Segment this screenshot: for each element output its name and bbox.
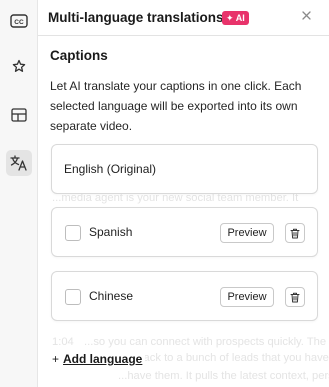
preview-button[interactable]: Preview — [220, 223, 274, 243]
language-checkbox[interactable] — [65, 289, 81, 305]
layout-tool-button[interactable] — [6, 102, 32, 128]
language-checkbox[interactable] — [65, 225, 81, 241]
original-language-card: English (Original) — [51, 144, 318, 194]
layout-panels-icon — [11, 108, 27, 122]
language-card-spanish: Spanish Preview — [51, 207, 318, 257]
captions-section: Captions Let AI translate your captions … — [38, 37, 329, 133]
transcript-line: ...back to a bunch of leads that you hav… — [128, 352, 329, 364]
language-name: Spanish — [89, 225, 133, 239]
translations-panel: ...s marketing, sales, and service. Let'… — [38, 0, 329, 387]
svg-text:CC: CC — [14, 19, 24, 26]
captions-tool-button[interactable]: CC — [6, 8, 32, 34]
tool-rail: CC — [0, 0, 38, 387]
plus-icon: + — [52, 352, 60, 366]
original-language-label: English (Original) — [64, 162, 157, 176]
close-button[interactable] — [297, 6, 315, 24]
delete-language-button[interactable] — [285, 287, 305, 307]
transcript-line: ...so you can connect with prospects qui… — [84, 336, 329, 348]
transcript-timestamp: 1:04 — [52, 336, 74, 348]
add-language-label: Add language — [63, 352, 143, 366]
close-icon — [301, 10, 311, 20]
preview-button[interactable]: Preview — [220, 287, 274, 307]
closed-captions-icon: CC — [10, 14, 28, 28]
language-name: Chinese — [89, 289, 134, 303]
effects-tool-button[interactable] — [6, 54, 32, 80]
panel-header: Multi-language translations ✦ AI — [38, 0, 329, 36]
captions-description: Let AI translate your captions in one cl… — [50, 79, 302, 133]
delete-language-button[interactable] — [285, 223, 305, 243]
panel-title: Multi-language translations — [48, 10, 224, 25]
captions-title: Captions — [50, 48, 108, 63]
trash-icon — [290, 292, 300, 302]
add-language-link[interactable]: + Add language — [52, 352, 146, 366]
translate-tool-button[interactable] — [6, 150, 32, 176]
magic-effects-icon — [12, 59, 26, 72]
transcript-line: ...have them. It pulls the latest contex… — [118, 370, 329, 382]
ai-badge: ✦ AI — [222, 11, 249, 25]
language-card-chinese: Chinese Preview — [51, 271, 318, 321]
trash-icon — [290, 228, 300, 238]
translate-icon — [10, 155, 27, 171]
